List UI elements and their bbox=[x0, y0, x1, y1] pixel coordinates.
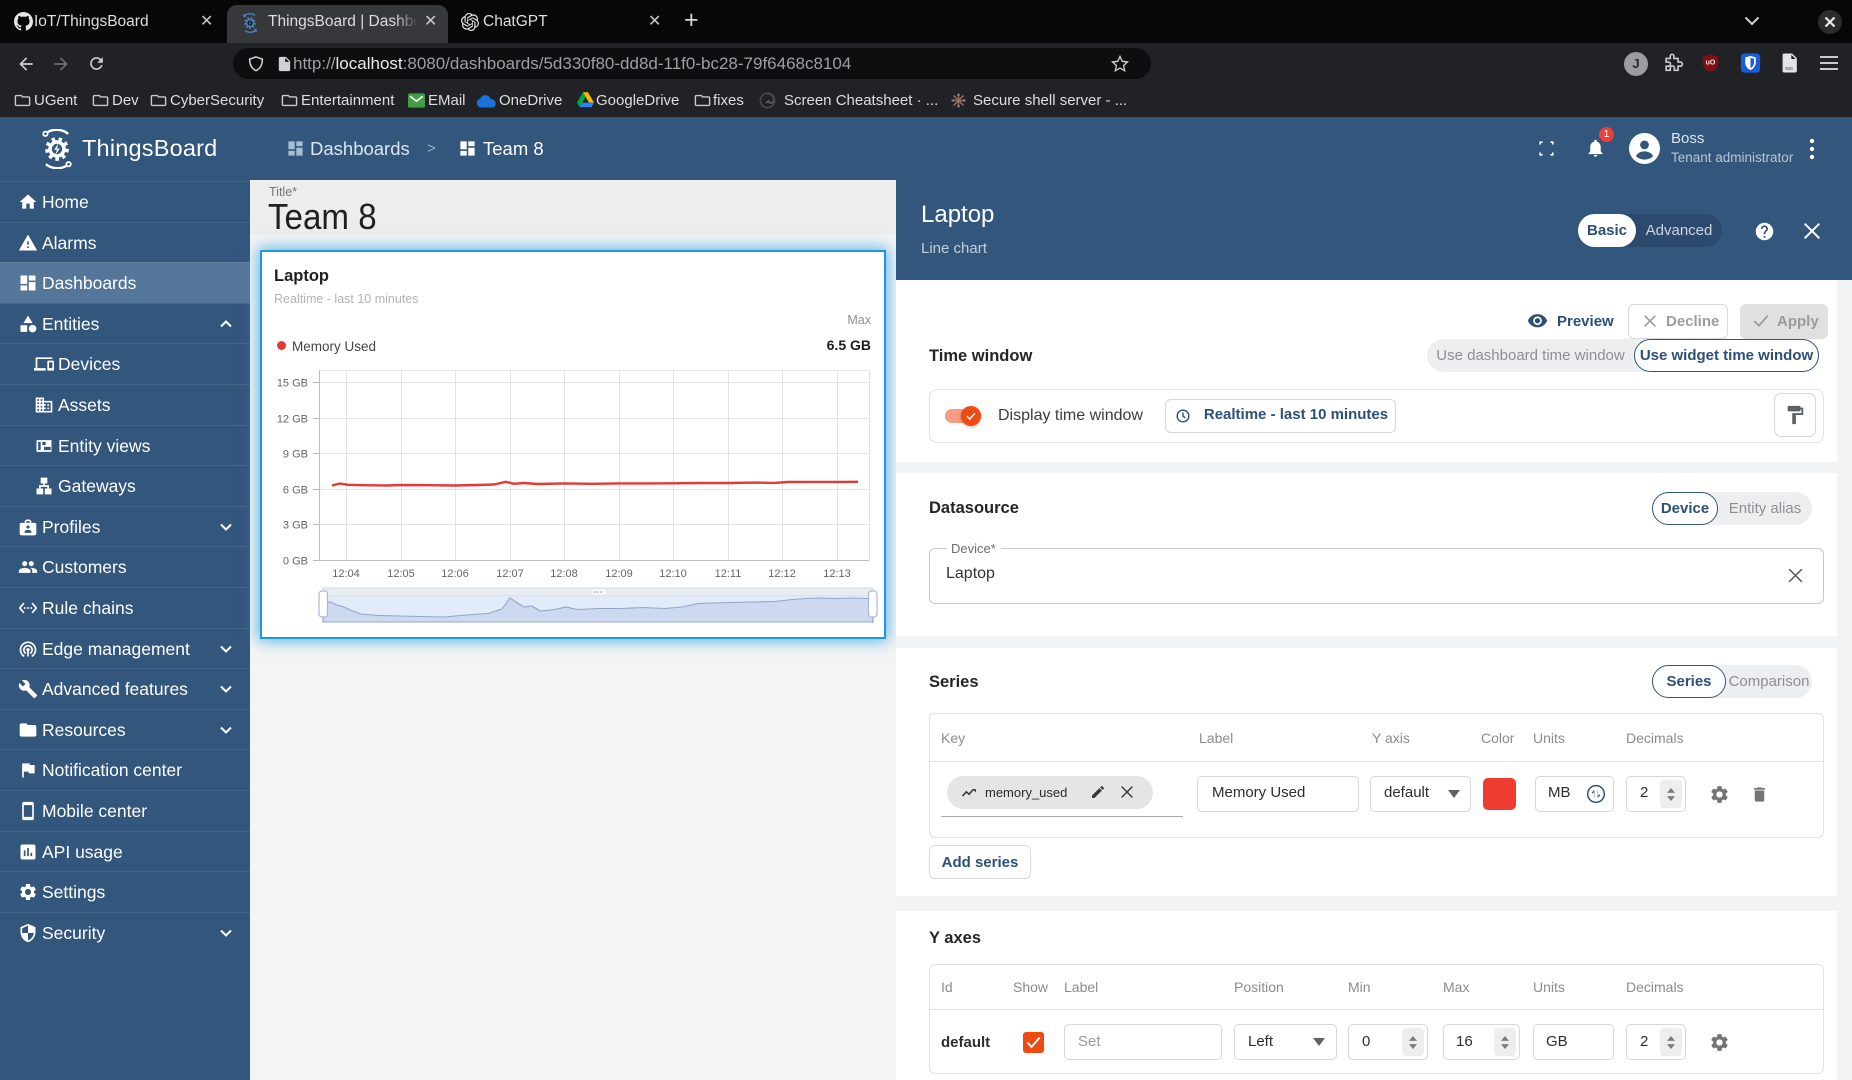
svg-text:12:06: 12:06 bbox=[441, 568, 469, 580]
svg-text:6 GB: 6 GB bbox=[283, 485, 308, 497]
svg-text:15 GB: 15 GB bbox=[277, 378, 308, 390]
svg-text:12:05: 12:05 bbox=[387, 568, 415, 580]
svg-text:9 GB: 9 GB bbox=[283, 449, 308, 461]
svg-text:12:08: 12:08 bbox=[550, 568, 578, 580]
svg-text:12:07: 12:07 bbox=[496, 568, 524, 580]
svg-text:12:13: 12:13 bbox=[823, 568, 851, 580]
svg-text:uO: uO bbox=[1706, 59, 1716, 66]
svg-text:12 GB: 12 GB bbox=[277, 414, 308, 426]
svg-text:12:04: 12:04 bbox=[332, 568, 360, 580]
svg-text:12:10: 12:10 bbox=[659, 568, 687, 580]
svg-text:0 GB: 0 GB bbox=[283, 556, 308, 568]
svg-text:12:12: 12:12 bbox=[768, 568, 796, 580]
svg-text:12:09: 12:09 bbox=[605, 568, 633, 580]
svg-text:12:11: 12:11 bbox=[715, 568, 742, 580]
svg-text:3 GB: 3 GB bbox=[283, 520, 308, 532]
